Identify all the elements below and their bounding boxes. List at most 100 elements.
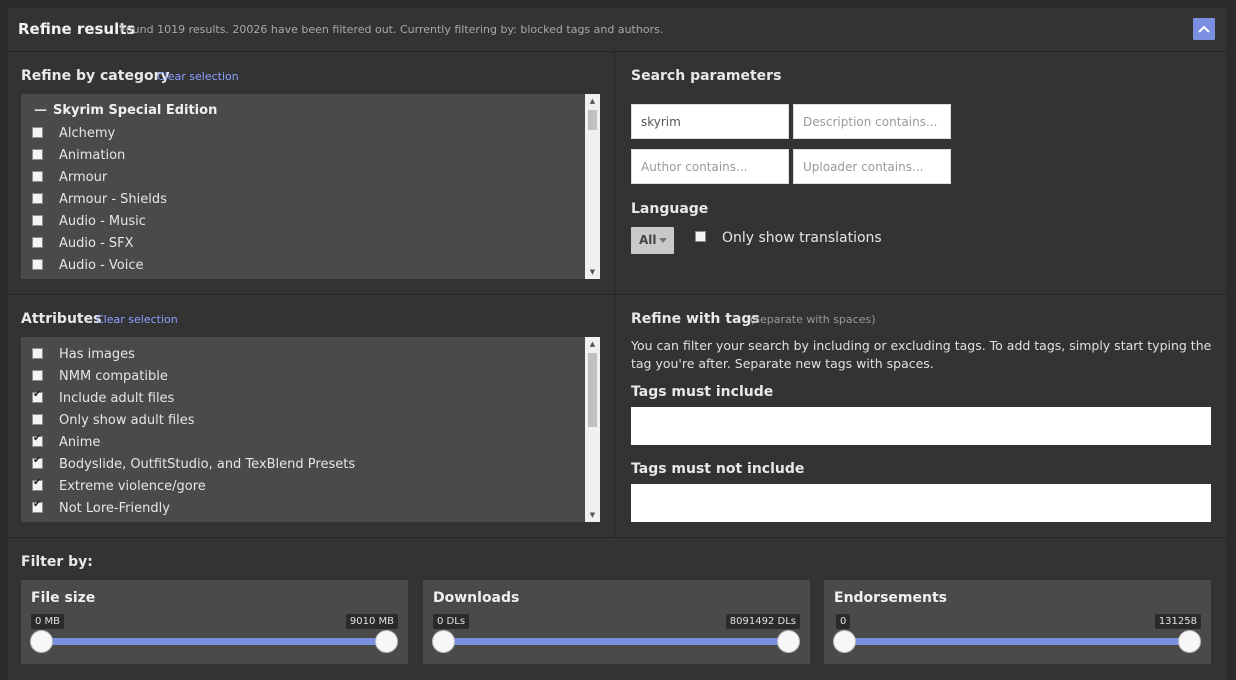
- category-item[interactable]: Audio - SFX: [21, 234, 581, 256]
- scroll-down-arrow-icon[interactable]: ▼: [585, 508, 600, 522]
- attributes-title: Attributes: [21, 311, 102, 327]
- category-item[interactable]: Audio - Voice: [21, 256, 581, 278]
- attribute-item[interactable]: Only show adult files: [21, 411, 581, 433]
- checkbox-label: Only show adult files: [59, 413, 195, 428]
- downloads-max-tooltip: 8091492 DLs: [725, 614, 800, 629]
- category-item[interactable]: Armour - Shields: [21, 190, 581, 212]
- section-divider: [8, 537, 1226, 538]
- checkbox[interactable]: [32, 433, 43, 447]
- filter-title: Filter by:: [21, 554, 93, 570]
- attribute-item[interactable]: Anime: [21, 433, 581, 455]
- checkbox[interactable]: [32, 477, 43, 491]
- search-params-title: Search parameters: [631, 68, 782, 84]
- checkbox[interactable]: [32, 171, 43, 182]
- language-select-value: All: [639, 233, 657, 247]
- attribute-item[interactable]: Bodyslide, OutfitStudio, and TexBlend Pr…: [21, 455, 581, 477]
- category-scrollbar[interactable]: ▲ ▼: [585, 94, 600, 279]
- description-input-field[interactable]: [794, 105, 950, 138]
- attribute-item[interactable]: Include adult files: [21, 389, 581, 411]
- uploader-input[interactable]: [793, 149, 951, 184]
- file-size-title: File size: [31, 590, 96, 606]
- collapse-button[interactable]: [1193, 18, 1215, 40]
- checkbox-label: Has images: [59, 347, 135, 362]
- file-size-max-handle[interactable]: [375, 630, 398, 653]
- category-group[interactable]: — Skyrim Special Edition: [21, 102, 581, 122]
- checkbox[interactable]: [32, 149, 43, 160]
- category-item[interactable]: Audio - Music: [21, 212, 581, 234]
- checkbox-label: Extreme violence/gore: [59, 479, 206, 494]
- scroll-down-arrow-icon[interactable]: ▼: [585, 265, 600, 279]
- attribute-item[interactable]: Has images: [21, 345, 581, 367]
- endorsements-range-track[interactable]: [844, 638, 1189, 645]
- attribute-item[interactable]: NMM compatible: [21, 367, 581, 389]
- tags-exclude-input[interactable]: [631, 484, 1211, 522]
- downloads-min-handle[interactable]: [432, 630, 455, 653]
- downloads-max-handle[interactable]: [777, 630, 800, 653]
- checkbox[interactable]: [32, 348, 43, 359]
- chevron-down-icon: [659, 238, 667, 243]
- collapse-group-icon[interactable]: —: [34, 103, 47, 118]
- scroll-up-arrow-icon[interactable]: ▲: [585, 94, 600, 108]
- tags-title: Refine with tags: [631, 311, 760, 327]
- file-size-min-tooltip: 0 MB: [31, 614, 65, 629]
- checkbox[interactable]: [32, 127, 43, 138]
- downloads-filter: Downloads 0 DLs 8091492 DLs: [423, 580, 810, 664]
- results-summary: Found 1019 results. 20026 have been filt…: [120, 23, 664, 36]
- description-input[interactable]: [793, 104, 951, 139]
- scrollbar-thumb[interactable]: [588, 110, 597, 130]
- checkbox[interactable]: [32, 389, 43, 403]
- author-input[interactable]: [631, 149, 789, 184]
- tags-include-input[interactable]: [631, 407, 1211, 445]
- author-input-field[interactable]: [632, 150, 788, 183]
- downloads-range-track[interactable]: [443, 638, 788, 645]
- checkbox[interactable]: [32, 455, 43, 469]
- attribute-item[interactable]: Not Lore-Friendly: [21, 499, 581, 521]
- checkbox-label: Not Lore-Friendly: [59, 501, 170, 516]
- tags-hint: (separate with spaces): [750, 313, 876, 326]
- checkbox[interactable]: [32, 370, 43, 381]
- attributes-list[interactable]: Has images NMM compatible Include adult fi…: [21, 337, 600, 522]
- attributes-clear-link[interactable]: Clear selection: [96, 313, 178, 326]
- attribute-item[interactable]: Extreme violence/gore: [21, 477, 581, 499]
- downloads-title: Downloads: [433, 590, 520, 606]
- category-list[interactable]: — Skyrim Special Edition Alchemy Animatio…: [21, 94, 600, 279]
- checkbox-label: Include adult files: [59, 391, 175, 406]
- file-size-min-handle[interactable]: [30, 630, 53, 653]
- file-size-filter: File size 0 MB 9010 MB: [21, 580, 408, 664]
- tags-exclude-label: Tags must not include: [631, 461, 805, 477]
- category-group-label: Skyrim Special Edition: [53, 103, 218, 118]
- category-item[interactable]: Animation: [21, 146, 581, 168]
- category-title: Refine by category: [21, 68, 170, 84]
- file-size-range-track[interactable]: [41, 638, 386, 645]
- checkbox-label: Audio - Voice: [59, 258, 144, 273]
- category-item[interactable]: Armour: [21, 168, 581, 190]
- checkbox[interactable]: [32, 215, 43, 226]
- category-item[interactable]: Alchemy: [21, 124, 581, 146]
- refine-header: Refine results Found 1019 results. 20026…: [8, 8, 1226, 52]
- endorsements-max-tooltip: 131258: [1154, 614, 1201, 629]
- checkbox-label: Alchemy: [59, 126, 116, 141]
- language-title: Language: [631, 201, 709, 217]
- language-select[interactable]: All: [631, 227, 674, 254]
- checkbox-label: Audio - SFX: [59, 236, 134, 251]
- name-input-field[interactable]: [632, 105, 788, 138]
- refine-results-panel: Refine results Found 1019 results. 20026…: [8, 8, 1226, 680]
- checkbox[interactable]: [32, 193, 43, 204]
- refine-title: Refine results: [18, 20, 136, 38]
- checkbox[interactable]: [32, 414, 43, 425]
- checkbox-label: Anime: [59, 435, 101, 450]
- endorsements-max-handle[interactable]: [1178, 630, 1201, 653]
- attributes-scrollbar[interactable]: ▲ ▼: [585, 337, 600, 522]
- category-clear-link[interactable]: Clear selection: [157, 70, 239, 83]
- endorsements-min-handle[interactable]: [833, 630, 856, 653]
- checkbox[interactable]: [32, 237, 43, 248]
- checkbox[interactable]: [32, 499, 43, 513]
- uploader-input-field[interactable]: [794, 150, 950, 183]
- column-divider: [614, 52, 615, 538]
- scrollbar-thumb[interactable]: [588, 353, 597, 427]
- scroll-up-arrow-icon[interactable]: ▲: [585, 337, 600, 351]
- name-input[interactable]: [631, 104, 789, 139]
- endorsements-title: Endorsements: [834, 590, 947, 606]
- translations-checkbox[interactable]: [695, 231, 706, 242]
- checkbox[interactable]: [32, 259, 43, 270]
